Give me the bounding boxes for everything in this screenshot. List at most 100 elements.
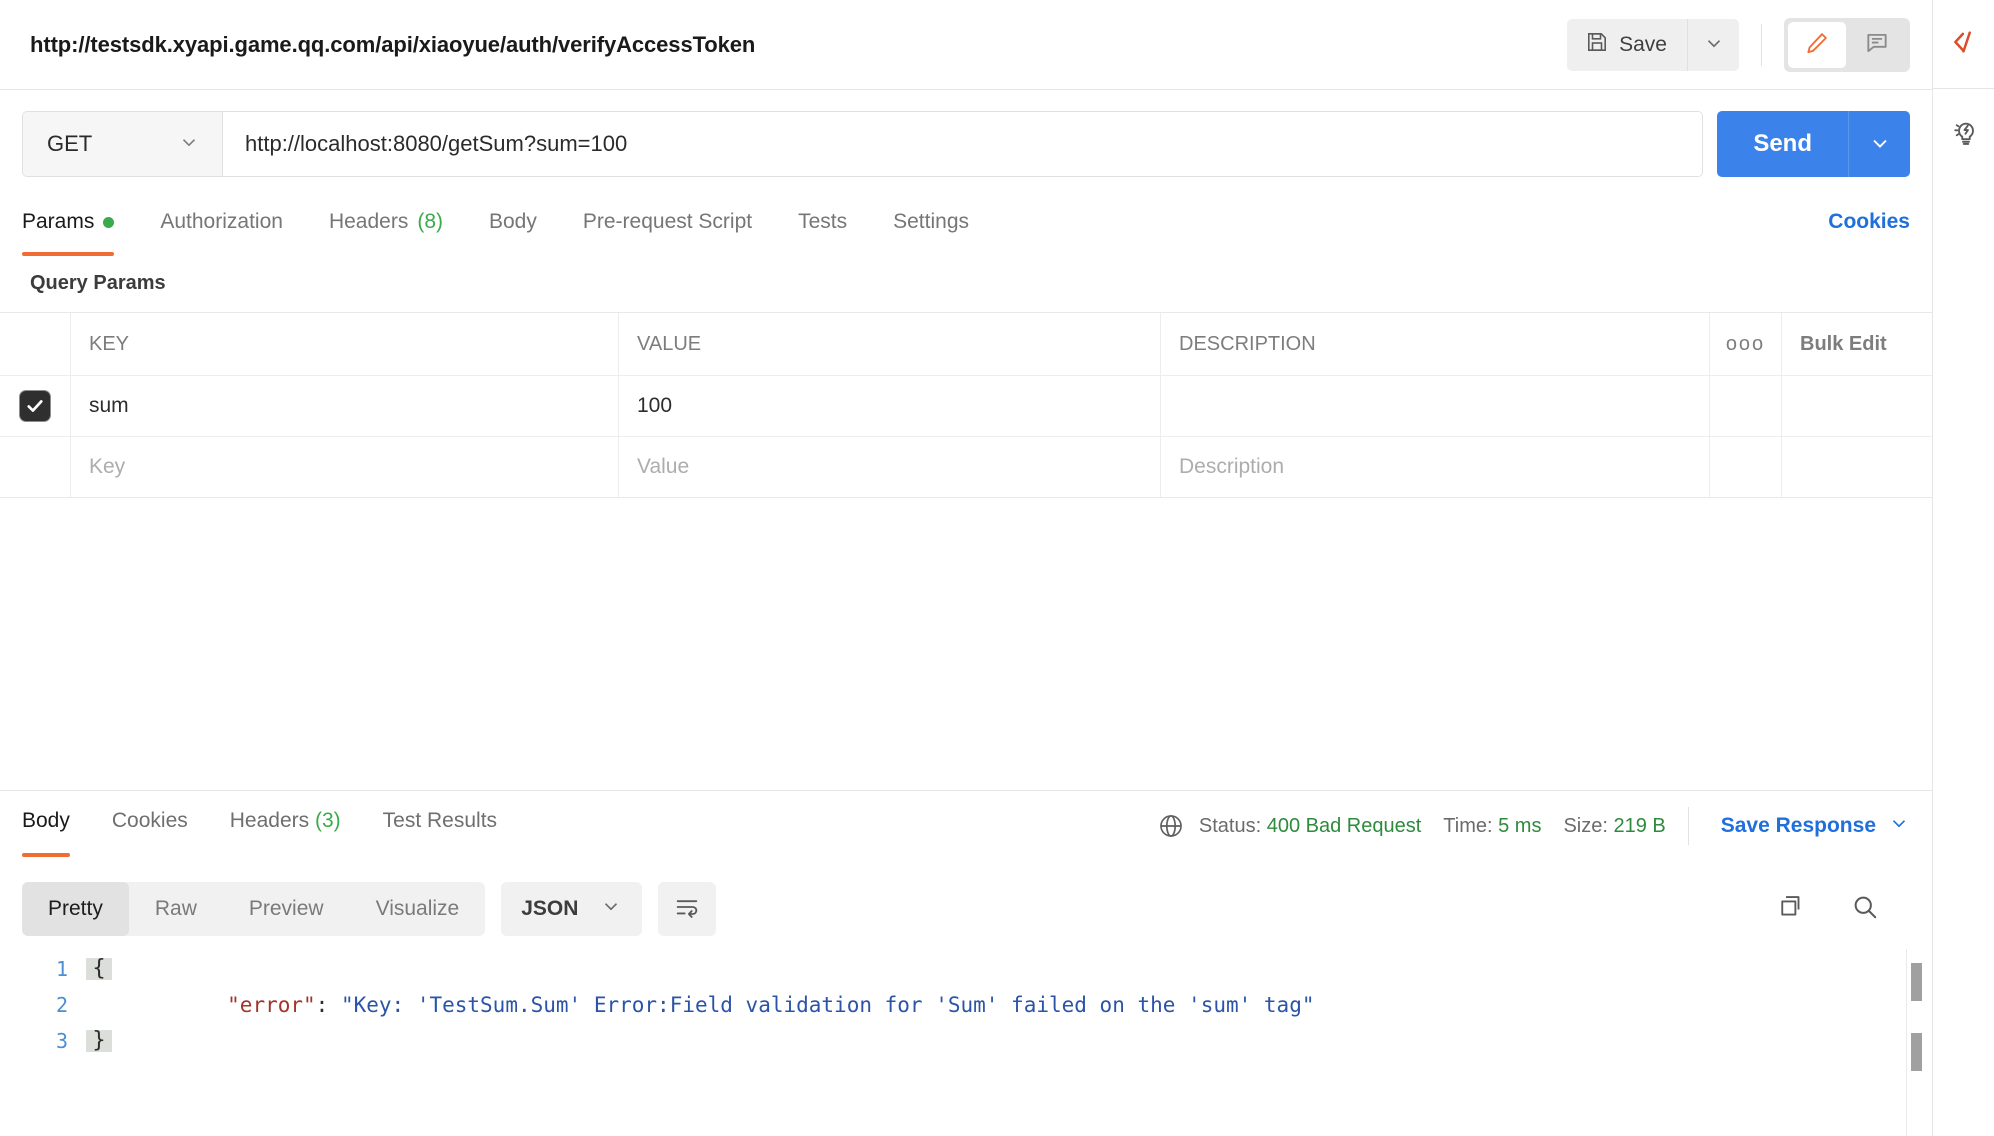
query-params-title: Query Params (30, 272, 166, 295)
chevron-down-icon (178, 131, 200, 158)
line-number: 1 (0, 957, 86, 981)
empty-row-description[interactable]: Description (1161, 437, 1710, 497)
tab-authorization[interactable]: Authorization (160, 198, 283, 256)
url-input[interactable] (223, 112, 1702, 176)
table-row-empty: Key Value Description (0, 437, 1932, 497)
text-wrap-button[interactable] (658, 882, 716, 936)
empty-row-key[interactable]: Key (71, 437, 619, 497)
body-toolbar-actions (1776, 892, 1910, 927)
empty-row-checkbox-cell (0, 437, 71, 497)
lightbulb-icon (1951, 116, 1981, 151)
code-icon (1951, 27, 1981, 62)
tab-tests-label: Tests (798, 210, 847, 234)
response-body-toolbar: Pretty Raw Preview Visualize JSON (0, 867, 1932, 951)
json-separator: : (316, 993, 341, 1017)
api-suggestions-button[interactable] (1933, 89, 1994, 177)
response-tab-cookies[interactable]: Cookies (112, 791, 188, 857)
tab-headers-label: Headers (329, 210, 408, 234)
code-line-text: "error": "Key: 'TestSum.Sum' Error:Field… (112, 969, 1315, 1041)
code-fold-marker[interactable]: } (86, 1030, 112, 1052)
time-label: Time: (1443, 815, 1492, 837)
save-button-group: Save (1567, 19, 1739, 71)
view-toggle-group (1784, 18, 1910, 72)
comment-button[interactable] (1848, 22, 1906, 68)
save-button-label: Save (1619, 33, 1667, 57)
header-cell-checkbox (0, 313, 71, 375)
edit-pencil-button[interactable] (1788, 22, 1846, 68)
send-options-button[interactable] (1848, 111, 1910, 177)
method-select[interactable]: GET (23, 112, 223, 176)
tab-headers[interactable]: Headers (8) (329, 198, 443, 256)
body-format-select[interactable]: JSON (501, 882, 642, 936)
empty-row-value[interactable]: Value (619, 437, 1161, 497)
code-line: 2 "error": "Key: 'TestSum.Sum' Error:Fie… (0, 987, 1932, 1023)
tab-authorization-label: Authorization (160, 210, 283, 234)
row-description[interactable] (1161, 376, 1710, 436)
tab-headers-count: (8) (417, 210, 443, 234)
status-badge: Status: 400 Bad Request (1199, 815, 1421, 838)
row-value[interactable]: 100 (619, 376, 1161, 436)
json-value: "Key: 'TestSum.Sum' Error:Field validati… (341, 993, 1315, 1017)
body-view-preview[interactable]: Preview (223, 882, 350, 936)
send-button[interactable]: Send (1717, 111, 1848, 177)
chevron-down-icon (1868, 131, 1892, 158)
param-enabled-checkbox[interactable] (20, 391, 50, 421)
body-format-label: JSON (521, 897, 578, 921)
response-meta: Status: 400 Bad Request Time: 5 ms Size:… (1157, 791, 1910, 845)
table-options-button[interactable]: ooo (1710, 313, 1782, 375)
cookies-link[interactable]: Cookies (1828, 198, 1910, 234)
time-badge: Time: 5 ms (1443, 815, 1541, 838)
tab-params-label: Params (22, 210, 94, 234)
code-scrollbar[interactable] (1906, 949, 1922, 1136)
empty-row-spacer-bulk (1782, 437, 1932, 497)
line-number: 2 (0, 993, 86, 1017)
size-label: Size: (1563, 815, 1607, 837)
tab-params[interactable]: Params (22, 198, 114, 256)
body-view-raw[interactable]: Raw (129, 882, 223, 936)
request-tabs: Params Authorization Headers (8) Body Pr… (0, 198, 1932, 268)
size-value: 219 B (1613, 815, 1665, 837)
body-view-pretty[interactable]: Pretty (22, 882, 129, 936)
method-label: GET (47, 131, 92, 157)
tab-pre-request-script[interactable]: Pre-request Script (583, 198, 752, 256)
code-fold-marker[interactable]: { (86, 958, 112, 980)
tab-settings[interactable]: Settings (893, 198, 969, 256)
time-value: 5 ms (1498, 815, 1541, 837)
row-spacer-bulk (1782, 376, 1932, 436)
query-params-table: KEY VALUE DESCRIPTION ooo Bulk Edit sum … (0, 312, 1932, 498)
search-button[interactable] (1850, 892, 1880, 927)
code-snippet-button[interactable] (1933, 0, 1994, 88)
bulk-edit-button[interactable]: Bulk Edit (1782, 313, 1932, 375)
search-icon (1850, 892, 1880, 927)
header-actions: Save (1567, 0, 1932, 89)
body-view-visualize[interactable]: Visualize (350, 882, 486, 936)
response-body-code[interactable]: 1 { 2 "error": "Key: 'TestSum.Sum' Error… (0, 951, 1932, 1136)
save-options-button[interactable] (1687, 19, 1739, 71)
header-divider (1761, 24, 1762, 66)
globe-icon (1157, 812, 1185, 840)
code-scrollbar-thumb-top[interactable] (1911, 963, 1922, 1001)
response-tab-body[interactable]: Body (22, 791, 70, 857)
row-key[interactable]: sum (71, 376, 619, 436)
tab-tests[interactable]: Tests (798, 198, 847, 256)
response-tab-test-results[interactable]: Test Results (383, 791, 497, 857)
code-scrollbar-thumb-bottom[interactable] (1911, 1033, 1922, 1071)
response-tab-headers[interactable]: Headers (3) (230, 791, 341, 857)
header-cell-description: DESCRIPTION (1161, 313, 1710, 375)
tab-body[interactable]: Body (489, 198, 537, 256)
response-tab-headers-label: Headers (230, 809, 309, 832)
chevron-down-icon (600, 895, 622, 923)
copy-button[interactable] (1776, 892, 1806, 927)
save-button[interactable]: Save (1567, 19, 1687, 71)
size-badge: Size: 219 B (1563, 815, 1665, 838)
status-label: Status: (1199, 815, 1261, 837)
row-spacer-dots (1710, 376, 1782, 436)
request-header-bar: http://testsdk.xyapi.game.qq.com/api/xia… (0, 0, 1932, 90)
params-modified-dot-icon (103, 217, 114, 228)
right-sidebar (1932, 0, 1994, 1136)
send-button-group: Send (1717, 111, 1910, 177)
comment-icon (1864, 30, 1890, 59)
meta-divider (1688, 807, 1689, 845)
chevron-down-icon (1888, 812, 1910, 840)
save-response-button[interactable]: Save Response (1721, 812, 1910, 840)
